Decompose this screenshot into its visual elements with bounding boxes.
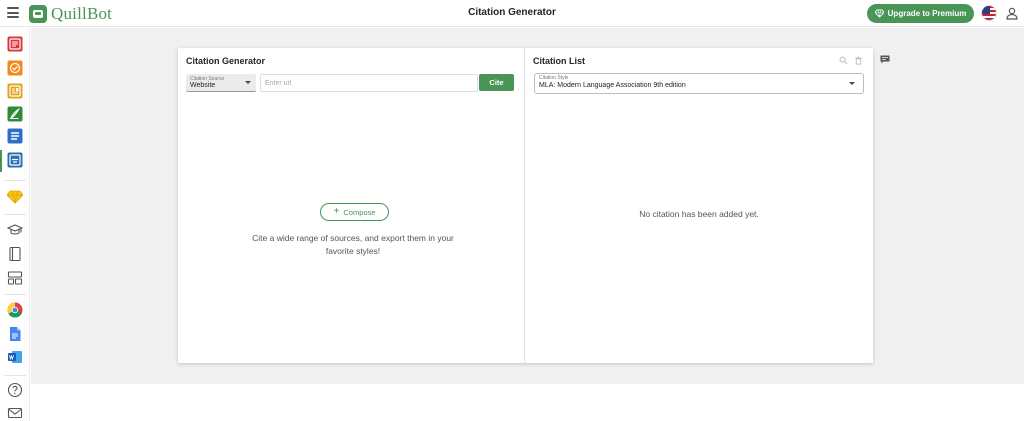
chevron-down-icon (245, 81, 251, 84)
co-writer-icon (7, 106, 23, 122)
sidebar-active-indicator (0, 150, 2, 172)
citation-list-panel: Citation List Citation Style MLA: Modern… (525, 48, 873, 363)
generator-title: Citation Generator (186, 56, 266, 66)
graduation-cap-icon (7, 224, 23, 235)
citation-list-empty-message: No citation has been added yet. (639, 209, 759, 219)
citation-source-select[interactable]: Citation Source Website (186, 74, 256, 92)
quillbot-logo-icon (29, 5, 47, 23)
sidebar-divider (4, 180, 26, 181)
sidebar-item-education[interactable] (7, 222, 23, 238)
sidebar-item-layout[interactable] (7, 270, 23, 286)
sidebar-item-paraphraser[interactable] (7, 36, 23, 52)
sidebar-item-citation-generator[interactable] (7, 152, 23, 168)
chrome-icon (7, 302, 23, 318)
compose-label: Compose (343, 207, 376, 217)
sidebar-divider (4, 294, 26, 295)
sidebar-item-google-docs[interactable] (7, 326, 23, 342)
menu-icon[interactable] (7, 7, 19, 18)
sidebar-item-chrome-extension[interactable] (7, 302, 23, 318)
trash-icon[interactable] (854, 56, 863, 65)
chevron-down-icon (849, 82, 855, 85)
citation-source-value: Website (190, 82, 216, 89)
generator-empty-message: Cite a wide range of sources, and export… (252, 233, 454, 256)
sidebar-item-word[interactable] (7, 349, 23, 365)
upgrade-label: Upgrade to Premium (887, 9, 967, 18)
diamond-icon (7, 190, 23, 204)
mail-icon (7, 407, 23, 419)
citation-list-actions (839, 56, 863, 65)
footer-area (31, 384, 1024, 421)
notebook-icon (9, 246, 21, 262)
sidebar-item-notebook[interactable] (7, 246, 23, 262)
google-docs-icon (10, 327, 21, 341)
top-bar: QuillBot Citation Generator Upgrade to P… (0, 0, 1024, 27)
sidebar (0, 28, 30, 421)
paraphraser-icon (7, 36, 23, 52)
plagiarism-checker-icon (7, 83, 23, 99)
citation-style-value: MLA: Modern Language Association 9th edi… (539, 82, 686, 89)
citation-style-select[interactable]: Citation Style MLA: Modern Language Asso… (534, 73, 864, 94)
feedback-icon[interactable] (880, 55, 890, 64)
citation-card: Citation Generator Citation Source Websi… (178, 48, 873, 363)
sidebar-divider (4, 214, 26, 215)
sidebar-item-contact[interactable] (7, 405, 23, 421)
us-flag-icon[interactable] (981, 5, 997, 21)
citation-generator-icon (7, 152, 23, 168)
plus-icon: + (333, 206, 340, 217)
citation-list-title: Citation List (533, 56, 585, 66)
sidebar-item-grammar-checker[interactable] (7, 60, 23, 76)
search-icon[interactable] (839, 56, 848, 65)
word-icon (8, 351, 22, 363)
sidebar-item-summarizer[interactable] (7, 128, 23, 144)
compose-button[interactable]: + Compose (320, 203, 389, 221)
user-account-icon[interactable] (1005, 6, 1019, 20)
sidebar-divider (4, 375, 26, 376)
sidebar-item-co-writer[interactable] (7, 106, 23, 122)
citation-style-label: Citation Style (539, 75, 569, 81)
summarizer-icon (7, 128, 23, 144)
sidebar-item-help[interactable] (7, 382, 23, 398)
logo[interactable]: QuillBot (29, 4, 112, 24)
upgrade-button[interactable]: Upgrade to Premium (867, 4, 974, 23)
cite-button[interactable]: Cite (479, 74, 514, 91)
help-icon (7, 382, 23, 398)
sidebar-item-plagiarism-checker[interactable] (7, 83, 23, 99)
grammar-checker-icon (7, 60, 23, 76)
url-input[interactable] (260, 74, 478, 92)
sidebar-item-premium[interactable] (7, 188, 23, 204)
logo-text: QuillBot (51, 4, 113, 23)
layout-icon (7, 271, 23, 285)
diamond-icon (874, 9, 884, 18)
citation-generator-panel: Citation Generator Citation Source Websi… (178, 48, 525, 363)
